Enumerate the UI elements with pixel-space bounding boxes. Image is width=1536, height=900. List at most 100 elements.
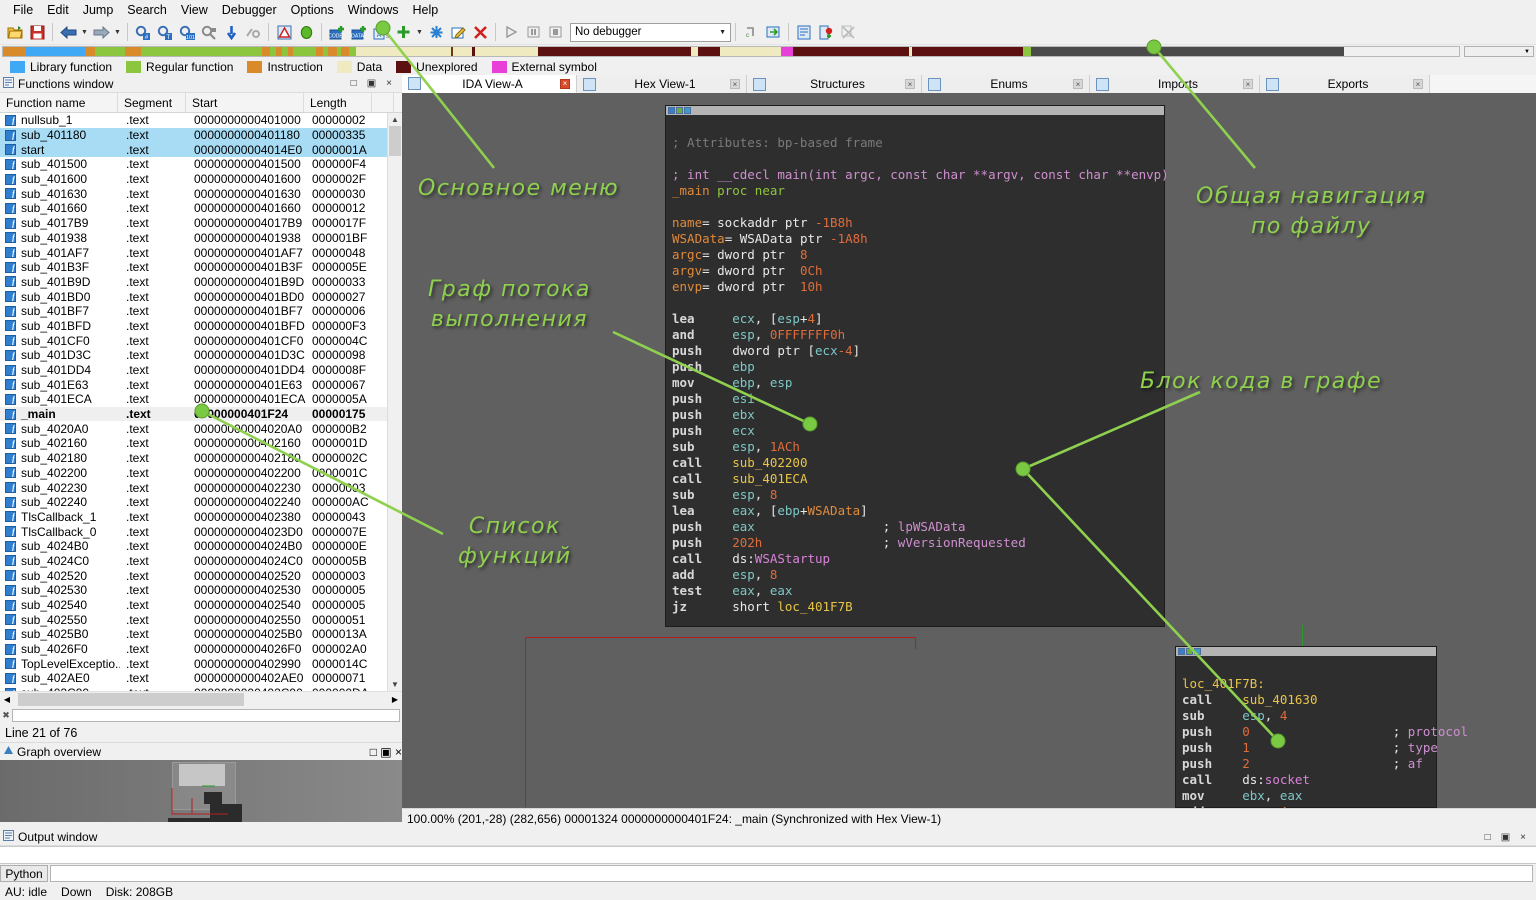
- make-data-icon[interactable]: DATA: [348, 22, 370, 43]
- restore-button[interactable]: □: [1485, 832, 1491, 843]
- make-ascii-icon[interactable]: As: [370, 22, 392, 43]
- navigation-band[interactable]: ▼: [0, 45, 1536, 58]
- table-row[interactable]: f sub_401E63 .text 0000000000401E63 00000067: [0, 377, 402, 392]
- table-row[interactable]: f sub_4024B0 .text 00000000004024B0 0000000E: [0, 539, 402, 554]
- code-line[interactable]: call ds:socket: [1182, 772, 1432, 788]
- maximize-button[interactable]: ▣: [380, 745, 391, 759]
- close-icon[interactable]: ×: [560, 78, 570, 89]
- scroll-right-icon[interactable]: ▶: [388, 695, 402, 704]
- table-row[interactable]: f sub_402530 .text 0000000000402530 00000005: [0, 583, 402, 598]
- python-button[interactable]: Python: [0, 865, 48, 882]
- code-block-loc401f7b-body[interactable]: loc_401F7B: call sub_401630 sub esp, 4 push…: [1176, 656, 1468, 808]
- code-line[interactable]: WSAData= WSAData ptr -1A8h: [672, 231, 1160, 247]
- table-row[interactable]: f sub_401BF7 .text 0000000000401BF7 00000006: [0, 304, 402, 319]
- table-row[interactable]: f sub_402AE0 .text 0000000000402AE0 00000071: [0, 671, 402, 686]
- scroll-down-icon[interactable]: ▼: [388, 678, 402, 691]
- debugger-select[interactable]: No debugger ▼: [570, 22, 731, 42]
- restore-button[interactable]: □: [351, 78, 357, 89]
- code-line[interactable]: envp= dword ptr 10h: [672, 279, 1160, 295]
- close-icon[interactable]: ×: [905, 79, 915, 89]
- restore-button[interactable]: □: [370, 745, 377, 759]
- save-icon[interactable]: [26, 22, 48, 43]
- tab-hex-view-1[interactable]: Hex View-1 ×: [577, 75, 747, 93]
- table-row[interactable]: f sub_401B3F .text 0000000000401B3F 0000005E: [0, 260, 402, 275]
- table-row[interactable]: f sub_402230 .text 0000000000402230 00000003: [0, 480, 402, 495]
- code-block-loc401f7b[interactable]: loc_401F7B: call sub_401630 sub esp, 4 push…: [1175, 646, 1468, 808]
- code-line[interactable]: push dword ptr [ecx-4]: [672, 343, 1160, 359]
- table-row[interactable]: f sub_4017B9 .text 00000000004017B9 0000017F: [0, 216, 402, 231]
- code-line[interactable]: push esi: [672, 391, 1160, 407]
- table-row[interactable]: f nullsub_1 .text 0000000000401000 00000002: [0, 113, 402, 128]
- code-line[interactable]: call sub_401ECA: [672, 471, 1160, 487]
- column-header-function-name[interactable]: Function name: [0, 93, 118, 112]
- code-line[interactable]: push ebx: [672, 407, 1160, 423]
- maximize-button[interactable]: ▣: [1501, 832, 1510, 843]
- code-line[interactable]: push ecx: [672, 423, 1160, 439]
- navigation-band-track[interactable]: [2, 46, 1460, 57]
- stop-icon[interactable]: [544, 22, 566, 43]
- table-row[interactable]: f sub_4025B0 .text 00000000004025B0 0000013A: [0, 627, 402, 642]
- code-line[interactable]: ; Attributes: bp-based frame: [672, 135, 1160, 151]
- code-line[interactable]: push 1 ; type: [1182, 740, 1438, 756]
- code-line[interactable]: sub esp, 1ACh: [672, 439, 1160, 455]
- open-folder-icon[interactable]: [4, 22, 26, 43]
- search-sequence-icon[interactable]: 101: [176, 22, 198, 43]
- forward-arrow-icon[interactable]: [90, 22, 112, 43]
- scroll-up-icon[interactable]: ▲: [388, 113, 402, 126]
- code-line[interactable]: mov ebx, eax: [1182, 788, 1432, 804]
- table-row[interactable]: f sub_401630 .text 0000000000401630 00000030: [0, 186, 402, 201]
- table-row[interactable]: f sub_402520 .text 0000000000402520 00000003: [0, 568, 402, 583]
- code-line[interactable]: push 0 ; protocol: [1182, 724, 1468, 740]
- column-header-start[interactable]: Start: [186, 93, 304, 112]
- close-icon[interactable]: ×: [1243, 79, 1253, 89]
- code-line[interactable]: [672, 119, 1160, 135]
- functions-horizontal-scrollbar[interactable]: ◀ ▶: [0, 691, 402, 707]
- menu-item-debugger[interactable]: Debugger: [215, 1, 284, 19]
- code-line[interactable]: [1182, 660, 1432, 676]
- column-header-extra[interactable]: [372, 93, 394, 112]
- menu-item-windows[interactable]: Windows: [341, 1, 406, 19]
- code-line[interactable]: add esp, 8: [672, 567, 1160, 583]
- pause-icon[interactable]: [522, 22, 544, 43]
- list-icon[interactable]: [793, 22, 815, 43]
- code-line[interactable]: jz short loc_401F7B: [672, 599, 1160, 615]
- step-into-icon[interactable]: c: [740, 22, 762, 43]
- python-input[interactable]: [50, 865, 1533, 882]
- code-line[interactable]: argv= dword ptr 0Ch: [672, 263, 1160, 279]
- table-row[interactable]: f sub_402180 .text 0000000000402180 0000002C: [0, 451, 402, 466]
- code-line[interactable]: and esp, 0FFFFFFF0h: [672, 327, 1160, 343]
- functions-vertical-scrollbar[interactable]: ▲ ▼: [387, 113, 402, 691]
- code-line[interactable]: lea ecx, [esp+4]: [672, 311, 1160, 327]
- table-row[interactable]: f sub_4020A0 .text 00000000004020A0 000000B2: [0, 421, 402, 436]
- code-line[interactable]: [672, 151, 1160, 167]
- table-row[interactable]: f sub_402550 .text 0000000000402550 00000051: [0, 612, 402, 627]
- functions-search-input[interactable]: [12, 708, 400, 722]
- code-line[interactable]: loc_401F7B:: [1182, 676, 1432, 692]
- table-row[interactable]: f start .text 00000000004014E0 0000001A: [0, 142, 402, 158]
- column-header-length[interactable]: Length: [304, 93, 372, 112]
- code-line[interactable]: [672, 199, 1160, 215]
- menu-item-options[interactable]: Options: [284, 1, 341, 19]
- tab-imports[interactable]: Imports ×: [1090, 75, 1260, 93]
- menu-item-search[interactable]: Search: [120, 1, 174, 19]
- close-icon[interactable]: ×: [1413, 79, 1423, 89]
- clear-search-icon[interactable]: ✖: [0, 710, 12, 721]
- tab-ida-view-a[interactable]: IDA View-A ×: [402, 75, 577, 93]
- code-line[interactable]: call sub_401630: [1182, 692, 1432, 708]
- make-code-icon[interactable]: CODE: [326, 22, 348, 43]
- close-icon[interactable]: ×: [1073, 79, 1083, 89]
- run-icon[interactable]: [500, 22, 522, 43]
- make-function-icon[interactable]: [425, 22, 447, 43]
- close-button[interactable]: ×: [386, 78, 392, 89]
- menu-item-view[interactable]: View: [174, 1, 215, 19]
- table-row[interactable]: f sub_401DD4 .text 0000000000401DD4 0000008F: [0, 363, 402, 378]
- table-row[interactable]: f sub_401660 .text 0000000000401660 00000012: [0, 201, 402, 216]
- table-row[interactable]: f TlsCallback_1 .text 0000000000402380 00000…: [0, 510, 402, 525]
- table-row[interactable]: f _main .text 00000000401F24 00000175: [0, 406, 402, 422]
- tab-structures[interactable]: Structures ×: [747, 75, 922, 93]
- jump-down-icon[interactable]: [220, 22, 242, 43]
- graph-overview-canvas[interactable]: [0, 760, 402, 822]
- breakpoint-icon[interactable]: [815, 22, 837, 43]
- output-window-content[interactable]: [0, 846, 1536, 864]
- search-next-icon[interactable]: [198, 22, 220, 43]
